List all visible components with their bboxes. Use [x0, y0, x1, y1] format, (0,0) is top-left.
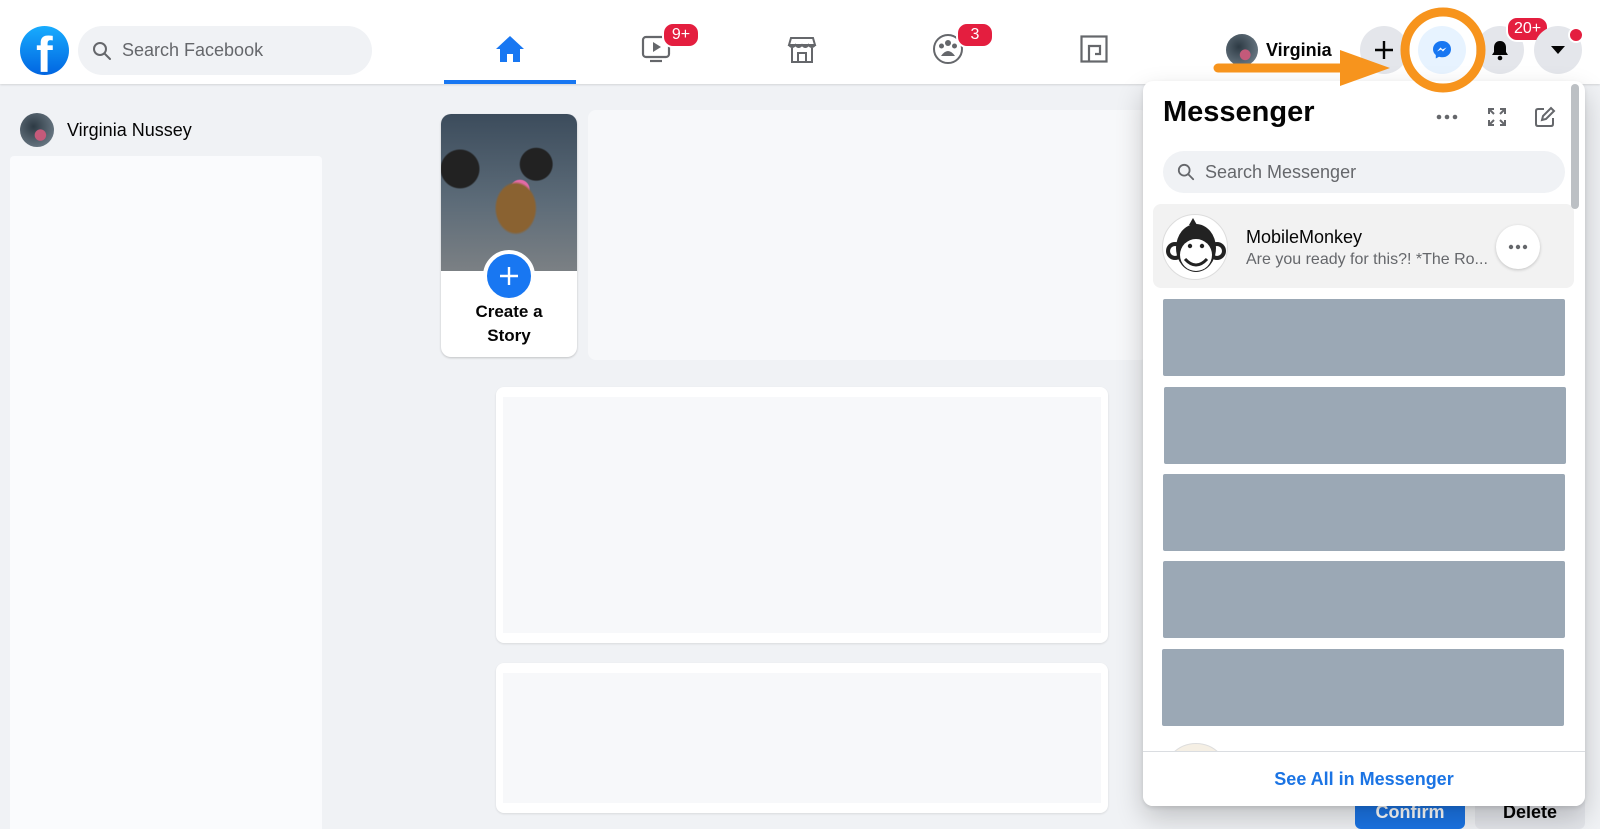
post-placeholder-inner — [503, 673, 1101, 803]
conversation-preview: Are you ready for this?! *The Ro... — [1246, 251, 1488, 268]
messenger-title: Messenger — [1163, 96, 1315, 128]
more-horizontal-icon — [1508, 244, 1528, 250]
messenger-footer: See All in Messenger — [1143, 751, 1585, 806]
redacted-conversation[interactable] — [1163, 474, 1565, 551]
tab-groups[interactable]: 3 — [882, 14, 1014, 84]
search-icon — [1177, 163, 1195, 181]
redacted-conversation[interactable] — [1164, 387, 1566, 464]
create-story-label-line2: Story — [487, 326, 531, 345]
left-profile-link[interactable]: Virginia Nussey — [20, 113, 192, 147]
facebook-f-icon: f — [36, 27, 53, 75]
expand-messenger-button[interactable] — [1479, 99, 1515, 135]
create-story-label: Create a Story — [441, 300, 577, 348]
messenger-button[interactable] — [1418, 26, 1466, 74]
facebook-search-field[interactable] — [78, 26, 372, 75]
gaming-icon — [1080, 35, 1108, 63]
create-story-button[interactable] — [483, 250, 535, 302]
stories-strip — [588, 110, 1148, 360]
compose-icon — [1535, 106, 1556, 127]
groups-badge: 3 — [956, 22, 994, 48]
caret-down-icon — [1551, 46, 1565, 54]
conversation-options-button[interactable] — [1496, 225, 1540, 269]
expand-icon — [1488, 108, 1506, 126]
watch-badge: 9+ — [662, 22, 700, 48]
profile-avatar — [1226, 34, 1258, 66]
left-profile-name: Virginia Nussey — [67, 119, 192, 140]
conversation-item[interactable]: MobileMonkey Are you ready for this?! *T… — [1153, 204, 1574, 288]
home-icon — [496, 36, 524, 62]
monkey-logo-icon — [1166, 218, 1226, 272]
left-profile-avatar — [20, 113, 54, 147]
bell-icon — [1492, 41, 1508, 61]
top-navigation-bar: f 9+ 3 Virginia 20+ — [0, 0, 1600, 84]
marketplace-icon — [787, 37, 817, 63]
redacted-conversation[interactable] — [1163, 561, 1565, 638]
messenger-scrollbar[interactable] — [1571, 84, 1579, 209]
messenger-search-input[interactable] — [1205, 161, 1425, 183]
conversation-name: MobileMonkey — [1246, 227, 1363, 247]
messenger-dropdown: Messenger MobileMonkey Are you ready for… — [1143, 81, 1585, 806]
facebook-logo[interactable]: f — [20, 26, 69, 75]
messenger-options-button[interactable] — [1429, 99, 1465, 135]
search-icon — [93, 41, 111, 60]
messenger-icon — [1433, 41, 1451, 59]
mobilemonkey-avatar — [1162, 214, 1228, 280]
create-story-card[interactable]: Create a Story — [441, 114, 577, 357]
account-alert-dot — [1568, 27, 1584, 43]
plus-icon — [500, 267, 518, 285]
create-button[interactable] — [1360, 26, 1408, 74]
new-message-button[interactable] — [1527, 99, 1563, 135]
facebook-search-input[interactable] — [122, 40, 342, 61]
see-all-in-messenger-link[interactable]: See All in Messenger — [1274, 769, 1453, 790]
create-story-label-line1: Create a — [475, 302, 543, 321]
post-placeholder-inner — [503, 397, 1101, 633]
notifications-button[interactable]: 20+ — [1476, 16, 1550, 74]
tab-gaming[interactable] — [1028, 14, 1160, 84]
plus-icon — [1375, 41, 1393, 59]
profile-name: Virginia — [1266, 39, 1332, 60]
tab-marketplace[interactable] — [736, 14, 868, 84]
redacted-conversation[interactable] — [1163, 299, 1565, 376]
story-profile-photo — [441, 114, 577, 271]
feed-post-placeholder — [496, 387, 1108, 643]
left-sidebar-panel — [10, 156, 322, 829]
more-horizontal-icon — [1436, 114, 1458, 120]
tab-home[interactable] — [444, 14, 576, 84]
messenger-search-field[interactable] — [1163, 151, 1565, 193]
tab-watch[interactable]: 9+ — [590, 14, 722, 84]
feed-post-placeholder — [496, 663, 1108, 813]
profile-chip[interactable]: Virginia — [1226, 32, 1332, 68]
redacted-conversation[interactable] — [1162, 649, 1564, 726]
